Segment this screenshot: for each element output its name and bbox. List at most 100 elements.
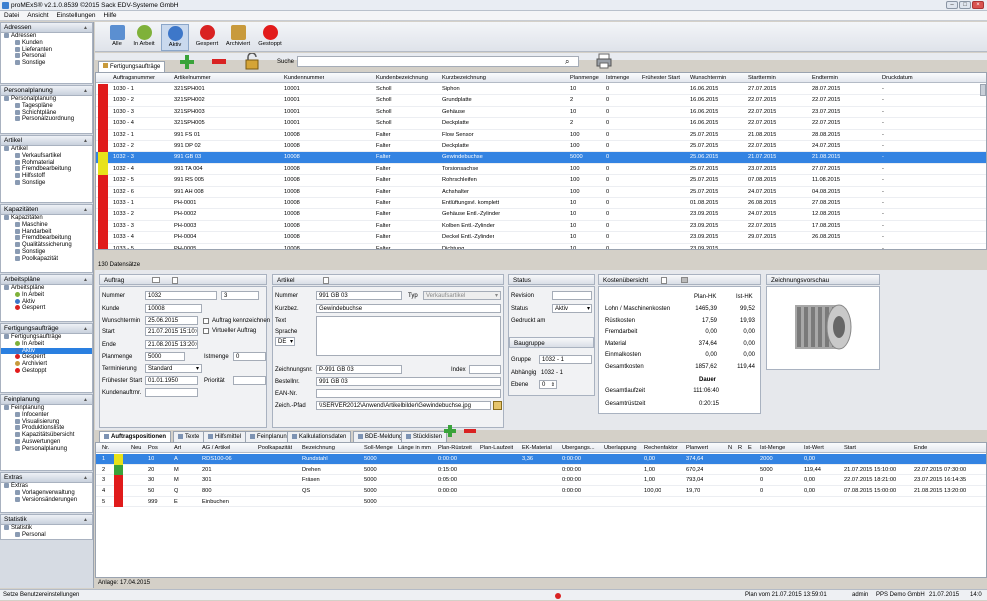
tab-list[interactable]: Auftragspositionen (99, 431, 171, 442)
article-text-field[interactable] (316, 316, 501, 356)
order-number-art-field[interactable]: 991 GB 03 (316, 377, 501, 386)
grid-column-header[interactable]: Kurzbezeichnung (442, 75, 486, 81)
sidebar-item[interactable]: Adressen (1, 33, 92, 40)
search-icon[interactable]: ⌕ (565, 57, 569, 67)
grid-column-header[interactable]: Druckdatum (882, 75, 913, 81)
sidebar-item[interactable]: Gesperrt (1, 354, 92, 361)
menu-hilfe[interactable]: Hilfe (100, 11, 121, 21)
istmenge-field[interactable]: 0 (233, 352, 266, 361)
virtuell-checkbox[interactable] (203, 328, 209, 334)
grid-column-header[interactable]: Istmenge (606, 75, 629, 81)
wunschtermin-field[interactable]: 25.06.2015 (145, 316, 198, 325)
sidebar-item[interactable]: Gesperrt (1, 305, 92, 312)
article-number-field[interactable]: 991 GB 03 (316, 291, 402, 300)
filter-button-0[interactable]: Alle (103, 24, 131, 51)
ops-column-header[interactable]: Soll-Menge (364, 445, 393, 451)
table-row[interactable]: 1030 - 1 321SPH001 10001 Scholl Siphon 10 0 16.… (96, 84, 986, 96)
folder-icon[interactable] (493, 401, 502, 410)
terminierung-select[interactable]: Standard ▾ (145, 364, 202, 373)
tab-tool[interactable]: Hilfsmittel (203, 431, 247, 442)
table-row[interactable]: 1 10 A RDS100-06 Rundstahl 5000 0:00:00 3,36 0:0… (96, 454, 986, 465)
ops-column-header[interactable]: Länge in mm (398, 445, 431, 451)
ops-column-header[interactable]: Bezeichnung (302, 445, 335, 451)
sidebar-group-header[interactable]: Feinplanung (1, 395, 92, 405)
grid-column-header[interactable]: Planmenge (570, 75, 599, 81)
sidebar-item[interactable]: Sonstige (1, 248, 92, 256)
sidebar-item[interactable]: Handarbeit (1, 228, 92, 236)
table-row[interactable]: 4 50 Q 800 QS 5000 0:00:00 0:00:00 100,00 19,70 0 0… (96, 486, 986, 497)
sidebar-group-header[interactable]: Artikel (1, 136, 92, 146)
sidebar-item[interactable]: Kunden (1, 39, 92, 47)
grid-column-header[interactable]: Auftragsnummer (113, 75, 155, 81)
cost-print-icon[interactable] (681, 277, 688, 283)
edit-icon[interactable] (152, 277, 160, 283)
sidebar-group-header[interactable]: Arbeitspläne (1, 275, 92, 285)
sidebar-item[interactable]: Statistik (1, 525, 92, 532)
table-row[interactable]: 1033 - 1 PH-0001 10008 Falter Entlüftungsvl.… (96, 198, 986, 210)
add-position-icon[interactable] (444, 425, 456, 437)
sidebar-item[interactable]: In Arbeit (1, 291, 92, 299)
sidebar-item[interactable]: Sonstige (1, 179, 92, 187)
table-row[interactable]: 1030 - 4 321SPH005 10001 Scholl Deckplatte 2 0… (96, 118, 986, 130)
tab-bom[interactable]: Stücklisten (401, 431, 448, 442)
filter-button-4[interactable]: Archiviert (224, 24, 252, 51)
sidebar-item[interactable]: Hilfsstoff (1, 173, 92, 180)
grid-column-header[interactable]: Kundennummer (284, 75, 324, 81)
sidebar-item[interactable]: Sonstige (1, 60, 92, 67)
ean-field[interactable] (316, 389, 501, 398)
sidebar-item[interactable]: Qualitätssicherung (1, 242, 92, 249)
customer-field[interactable]: 10008 (145, 304, 202, 313)
kundenauftrag-field[interactable] (145, 388, 198, 397)
search-input[interactable] (297, 56, 579, 67)
ops-column-header[interactable]: Plan-Rüstzeit (438, 445, 472, 451)
sidebar-item[interactable]: Aktiv (1, 298, 92, 306)
fruehester-start-field[interactable]: 01.01.1950 (145, 376, 198, 385)
menu-datei[interactable]: Datei (0, 11, 23, 21)
filter-button-1[interactable]: In Arbeit (130, 24, 158, 51)
ops-column-header[interactable]: Nr. (102, 445, 109, 451)
planmenge-field[interactable]: 5000 (145, 352, 185, 361)
sidebar-item[interactable]: Infocenter (1, 411, 92, 419)
status-select[interactable]: Aktiv ▾ (552, 304, 592, 313)
table-row[interactable]: 1032 - 6 991 AH 008 10008 Falter Achshalter 1… (96, 186, 986, 198)
sidebar-item[interactable]: Gestoppt (1, 367, 92, 375)
sidebar-group-header[interactable]: Fertigungsaufträge (1, 324, 92, 334)
sidebar-item[interactable]: Visualisierung (1, 418, 92, 426)
drawing-number-field[interactable]: P-991 GB 03 (316, 365, 402, 374)
table-row[interactable]: 1032 - 1 991 FS 01 10008 Falter Flow Sensor 1… (96, 129, 986, 141)
index-field[interactable] (469, 365, 501, 374)
table-row[interactable]: 1032 - 2 991 DP 02 10008 Falter Deckplatte 10… (96, 141, 986, 153)
table-row[interactable]: 1033 - 5 PH-0005 10008 Falter Dichtung 10 0 23.… (96, 243, 986, 249)
filter-button-2[interactable]: Aktiv (161, 24, 189, 51)
maximize-button[interactable]: □ (959, 1, 971, 9)
sidebar-item[interactable]: In Arbeit (1, 340, 92, 348)
gruppe-field[interactable]: 1032 - 1 (539, 355, 592, 364)
sidebar-item[interactable]: Auswertungen (1, 438, 92, 446)
menu-ansicht[interactable]: Ansicht (23, 11, 52, 21)
remove-position-icon[interactable] (464, 429, 476, 433)
ende-field[interactable]: 21.08.2015 13:20:00 (145, 340, 198, 349)
filter-button-5[interactable]: Gestoppt (256, 24, 284, 51)
menu-einstellungen[interactable]: Einstellungen (53, 11, 100, 21)
language-select[interactable]: DE ▾ (275, 337, 295, 346)
sidebar-item[interactable]: Kapazitätsübersicht (1, 432, 92, 439)
table-row[interactable]: 1030 - 2 321SPH002 10001 Scholl Grundplatte 2… (96, 95, 986, 107)
sidebar-item[interactable]: Personal (1, 531, 92, 539)
ops-column-header[interactable]: Start (844, 445, 856, 451)
ops-column-header[interactable]: N (728, 445, 732, 451)
drawing-path-field[interactable]: \\SERVER2012\Anwend\Artikelbilder\Gewind… (316, 401, 491, 410)
filter-button-3[interactable]: Gesperrt (193, 24, 221, 51)
grid-column-header[interactable]: Starttermin (748, 75, 776, 81)
add-icon[interactable] (180, 55, 194, 69)
sidebar-item[interactable]: Produktionsliste (1, 425, 92, 432)
sidebar-item[interactable]: Vorlagenverwaltung (1, 489, 92, 497)
table-row[interactable]: 1033 - 4 PH-0004 10008 Falter Deckel Entl.-Z… (96, 232, 986, 244)
minimize-button[interactable]: – (946, 1, 958, 9)
grid-column-header[interactable]: Wunschtermin (690, 75, 726, 81)
ops-column-header[interactable]: EK-Material (522, 445, 552, 451)
article-type-select[interactable]: Verkaufsartikel ▾ (423, 291, 501, 300)
table-row[interactable]: 1032 - 4 991 TA 004 10008 Falter Torsionsach… (96, 163, 986, 176)
tab-fertigungsauftraege[interactable]: Fertigungsaufträge (98, 61, 166, 72)
copy-icon[interactable] (172, 277, 178, 284)
sidebar-item[interactable]: Personalplanung (1, 96, 92, 103)
